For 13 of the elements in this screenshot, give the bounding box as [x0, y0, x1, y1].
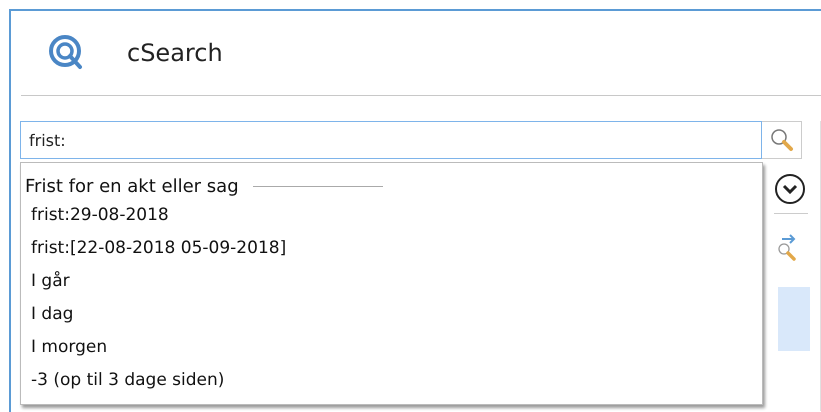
- suggestion-item[interactable]: frist:[22-08-2018 05-09-2018]: [25, 232, 762, 265]
- suggestion-item[interactable]: I dag: [25, 298, 762, 331]
- search-button[interactable]: [762, 121, 802, 159]
- chevron-down-circle-icon[interactable]: [774, 173, 806, 205]
- suggestion-item[interactable]: I går: [25, 265, 762, 298]
- suggestion-heading: Frist for en akt eller sag: [25, 176, 239, 196]
- suggestion-item[interactable]: I morgen: [25, 331, 762, 364]
- suggestion-item[interactable]: frist:29-08-2018: [25, 199, 762, 232]
- search-icon: [768, 127, 795, 153]
- selection-panel: [778, 287, 810, 351]
- search-field[interactable]: frist:: [20, 121, 762, 159]
- suggestion-item[interactable]: -3 (op til 3 dage siden): [25, 364, 762, 397]
- app-title: cSearch: [127, 39, 223, 67]
